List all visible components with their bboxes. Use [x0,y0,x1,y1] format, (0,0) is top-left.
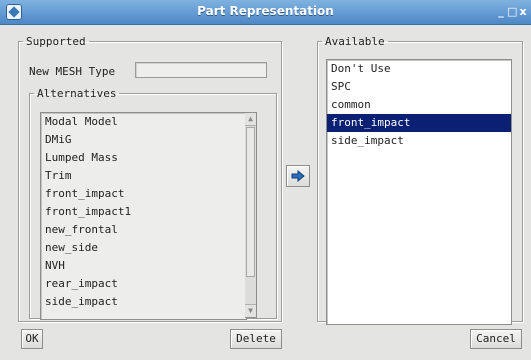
list-item[interactable]: Trim [41,167,246,185]
list-item[interactable]: SPC [327,78,511,96]
list-item[interactable]: side_impact [41,293,246,311]
close-button[interactable]: x [518,6,528,17]
alternatives-group: Alternatives Modal Model DMiG Lumped Mas… [29,87,277,320]
maximize-button[interactable]: □ [507,6,517,17]
cancel-button[interactable]: Cancel [470,329,522,349]
list-item[interactable]: front_impact1 [41,203,246,221]
list-item[interactable]: rear_impact [41,275,246,293]
title-bar[interactable]: Part Representation _ □ x [0,0,531,25]
available-group: Available Don't Use SPC common front_imp… [317,35,523,325]
list-item[interactable]: Lumped Mass [41,149,246,167]
delete-button[interactable]: Delete [230,329,282,349]
supported-group: Supported New MESH Type Alternatives Mod… [18,35,282,322]
list-item[interactable]: new_side [41,239,246,257]
move-to-available-button[interactable] [286,165,310,187]
scroll-thumb[interactable] [246,127,255,277]
list-item[interactable]: front_impact [41,185,246,203]
ok-button[interactable]: OK [21,329,43,349]
available-list[interactable]: Don't Use SPC common front_impact side_i… [326,59,512,325]
list-item[interactable]: new_frontal [41,221,246,239]
supported-legend: Supported [26,35,86,48]
new-mesh-type-input[interactable] [135,62,267,78]
arrow-right-icon [291,170,305,182]
list-item[interactable]: DMiG [41,131,246,149]
scroll-down-arrow-icon[interactable]: ▼ [245,304,256,317]
available-legend: Available [325,35,385,48]
list-item[interactable]: Modal Model [41,113,246,131]
list-item[interactable]: NVH [41,257,246,275]
list-item[interactable]: side_impact [327,132,511,150]
scroll-up-arrow-icon[interactable]: ▲ [245,113,256,126]
alternatives-list[interactable]: Modal Model DMiG Lumped Mass Trim front_… [40,112,247,320]
new-mesh-type-label: New MESH Type [29,65,116,78]
alternatives-scrollbar[interactable]: ▲ ▼ [245,112,257,318]
list-item[interactable]: common [327,96,511,114]
window-title: Part Representation [197,4,334,18]
list-item[interactable]: Don't Use [327,60,511,78]
alternatives-legend: Alternatives [37,87,117,100]
list-item-selected[interactable]: front_impact [327,114,511,132]
minimize-button[interactable]: _ [496,6,506,17]
